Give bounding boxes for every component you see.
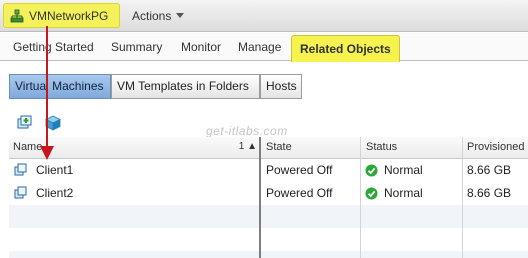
vm-status: Normal <box>384 186 423 200</box>
vm-icon <box>14 186 27 199</box>
column-header-provisioned[interactable]: Provisioned S <box>462 137 528 159</box>
status-ok-icon <box>365 187 378 200</box>
vm-name[interactable]: Client1 <box>36 159 73 182</box>
new-vm-icon[interactable] <box>17 115 33 131</box>
empty-row <box>9 205 528 228</box>
subtab-virtual-machines[interactable]: Virtual Machines <box>9 74 111 99</box>
column-resize-handle[interactable] <box>259 137 261 258</box>
vm-status: Normal <box>384 163 423 177</box>
watermark-text: get-itlabs.com <box>206 124 288 138</box>
column-divider <box>462 137 463 258</box>
vm-provisioned-space: 8.66 GB <box>467 186 512 200</box>
subtab-vm-templates[interactable]: VM Templates in Folders <box>111 74 260 99</box>
empty-row <box>9 228 528 251</box>
vm-provisioned-space: 8.66 GB <box>467 163 512 177</box>
empty-row <box>9 251 528 258</box>
object-header: VMNetworkPG Actions <box>0 0 528 32</box>
tab-monitor[interactable]: Monitor <box>181 40 221 54</box>
status-ok-icon <box>365 164 378 177</box>
sort-indicator: 1 ▲ <box>238 141 257 152</box>
object-title: VMNetworkPG <box>29 9 109 23</box>
tab-getting-started[interactable]: Getting Started <box>13 40 94 54</box>
virtual-machines-table: Name 1 ▲ State Status Provisioned S Clie… <box>9 137 528 258</box>
vm-state: Powered Off <box>266 186 333 200</box>
column-divider <box>360 137 361 258</box>
chevron-down-icon <box>176 13 185 18</box>
vm-state: Powered Off <box>266 163 333 177</box>
network-portgroup-icon <box>10 9 24 23</box>
tab-manage[interactable]: Manage <box>238 40 281 54</box>
column-header-state[interactable]: State <box>260 137 360 159</box>
vm-name[interactable]: Client2 <box>36 182 73 205</box>
vm-cube-icon[interactable] <box>45 115 61 131</box>
tab-related-objects[interactable]: Related Objects <box>291 35 400 62</box>
subtab-hosts[interactable]: Hosts <box>260 74 302 99</box>
object-title-chip[interactable]: VMNetworkPG <box>3 3 120 28</box>
table-row[interactable]: Client2 Powered Off Normal 8.66 GB <box>9 182 528 205</box>
actions-menu[interactable]: Actions <box>132 9 185 23</box>
tab-summary[interactable]: Summary <box>111 40 162 54</box>
vm-icon <box>14 163 27 176</box>
tab-strip: Getting Started Summary Monitor Manage R… <box>0 33 528 62</box>
table-row[interactable]: Client1 Powered Off Normal 8.66 GB <box>9 159 528 182</box>
column-header-status[interactable]: Status <box>360 137 462 159</box>
column-header-name[interactable]: Name 1 ▲ <box>9 137 260 159</box>
actions-label: Actions <box>132 9 172 23</box>
